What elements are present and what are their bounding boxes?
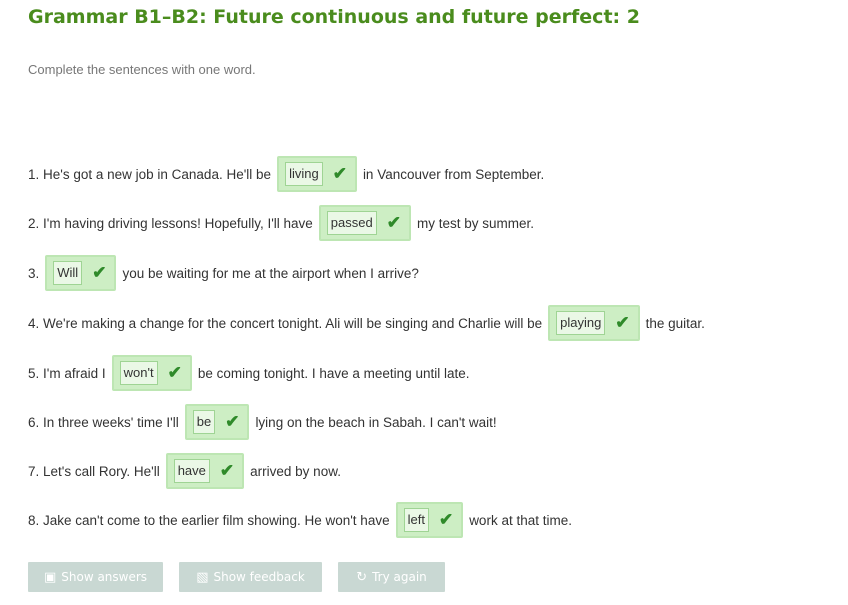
answer-gap: have ✔: [165, 453, 245, 489]
answer-input[interactable]: won't: [119, 361, 158, 385]
exercise-title: Grammar B1–B2: Future continuous and fut…: [28, 6, 640, 28]
sentence-2: 2. I'm having driving lessons! Hopefully…: [28, 204, 534, 242]
sentence-8: 8. Jake can't come to the earlier film s…: [28, 501, 572, 539]
book-icon: ▣: [43, 569, 57, 585]
show-answers-button[interactable]: ▣ Show answers: [28, 562, 163, 592]
answer-gap: won't ✔: [111, 355, 192, 391]
sentence-text-before: 5. I'm afraid I: [28, 365, 106, 381]
checkmark-icon: ✔: [219, 461, 235, 480]
sentence-text-after: you be waiting for me at the airport whe…: [122, 265, 419, 281]
sentence-4: 4. We're making a change for the concert…: [28, 304, 705, 342]
answer-input[interactable]: be: [192, 410, 216, 434]
answer-input[interactable]: living: [285, 162, 323, 186]
sentence-text-after: in Vancouver from September.: [362, 166, 545, 182]
show-feedback-button[interactable]: ▧ Show feedback: [179, 562, 322, 592]
answer-input[interactable]: Will: [53, 261, 83, 285]
answer-input[interactable]: left: [403, 508, 429, 532]
checkmark-icon: ✔: [386, 213, 401, 232]
checkmark-icon: ✔: [167, 363, 182, 382]
sentence-text-before: 2. I'm having driving lessons! Hopefully…: [28, 215, 313, 231]
instructions: Complete the sentences with one word.: [28, 62, 256, 77]
sentence-text-before: 4. We're making a change for the concert…: [28, 315, 543, 331]
answer-gap: be ✔: [184, 404, 250, 440]
show-feedback-label: Show feedback: [213, 570, 305, 584]
answer-input[interactable]: playing: [556, 311, 606, 335]
sentence-text-before: 6. In three weeks' time I'll: [28, 414, 179, 430]
answer-input[interactable]: have: [173, 459, 210, 483]
sentence-6: 6. In three weeks' time I'll be ✔ lying …: [28, 403, 497, 441]
sentence-text-after: the guitar.: [645, 315, 705, 331]
answer-gap: playing ✔: [548, 305, 640, 341]
sentence-text-before: 7. Let's call Rory. He'll: [28, 463, 160, 479]
sentence-text-before: 1. He's got a new job in Canada. He'll b…: [28, 166, 272, 182]
sentence-7: 7. Let's call Rory. He'll have ✔ arrived…: [28, 452, 341, 490]
answer-gap: left ✔: [395, 502, 464, 538]
checkmark-icon: ✔: [615, 313, 630, 332]
show-answers-label: Show answers: [61, 570, 148, 584]
sentence-text-before: 3.: [28, 265, 40, 281]
feedback-icon: ▧: [196, 569, 209, 585]
answer-input[interactable]: passed: [326, 211, 377, 235]
try-again-button[interactable]: ↻ Try again: [338, 562, 445, 592]
sentence-text-after: my test by summer.: [416, 215, 534, 231]
answer-gap: passed ✔: [318, 205, 411, 241]
checkmark-icon: ✔: [332, 164, 347, 183]
sentence-5: 5. I'm afraid I won't ✔ be coming tonigh…: [28, 354, 469, 392]
sentence-text-after: be coming tonight. I have a meeting unti…: [197, 365, 470, 381]
sentence-1: 1. He's got a new job in Canada. He'll b…: [28, 155, 544, 193]
checkmark-icon: ✔: [92, 263, 107, 282]
checkmark-icon: ✔: [225, 412, 240, 431]
checkmark-icon: ✔: [438, 510, 454, 529]
sentence-text-before: 8. Jake can't come to the earlier film s…: [28, 512, 390, 528]
refresh-icon: ↻: [356, 569, 368, 585]
sentence-text-after: work at that time.: [469, 512, 572, 528]
sentence-text-after: arrived by now.: [250, 463, 341, 479]
sentence-3: 3. Will ✔ you be waiting for me at the a…: [28, 254, 419, 292]
answer-gap: Will ✔: [45, 255, 117, 291]
try-again-label: Try again: [372, 570, 427, 584]
sentence-text-after: lying on the beach in Sabah. I can't wai…: [255, 414, 497, 430]
answer-gap: living ✔: [277, 156, 357, 192]
